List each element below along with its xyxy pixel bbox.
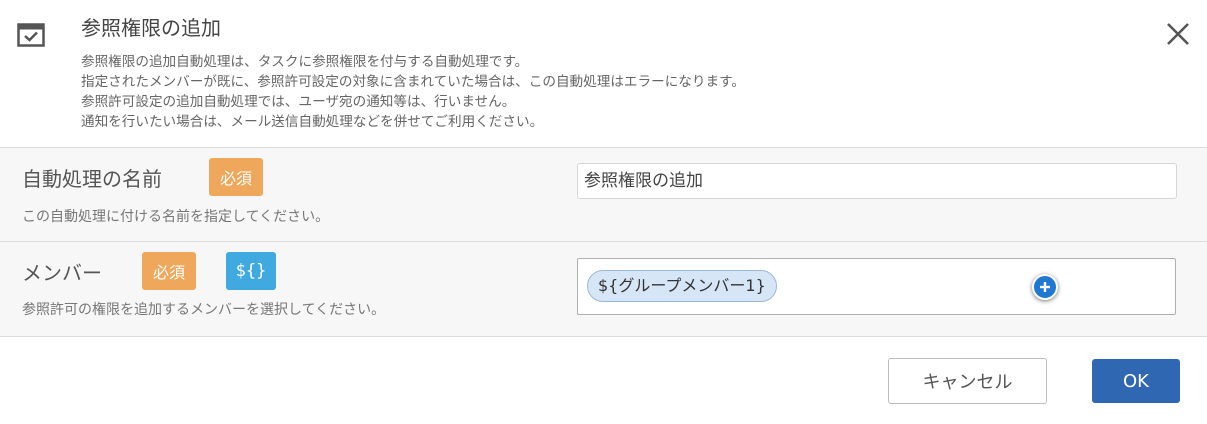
name-field-help: この自動処理に付ける名前を指定してください。 — [22, 209, 330, 225]
description-line: 参照権限の追加自動処理は、タスクに参照権限を付与する自動処理です。 — [81, 54, 529, 70]
name-field-row: 自動処理の名前 必須 この自動処理に付ける名前を指定してください。 参照権限の追… — [0, 147, 1207, 242]
dialog-header: 参照権限の追加 参照権限の追加自動処理は、タスクに参照権限を付与する自動処理です… — [0, 0, 1207, 147]
calendar-check-icon — [17, 23, 45, 47]
description-line: 通知を行いたい場合は、メール送信自動処理などを併せてご利用ください。 — [81, 114, 544, 130]
dialog-title: 参照権限の追加 — [81, 16, 221, 40]
member-field-row: メンバー 必須 ${} 参照許可の権限を追加するメンバーを選択してください。 $… — [0, 241, 1207, 337]
add-member-button[interactable] — [1032, 274, 1058, 300]
member-field-label: メンバー — [22, 261, 102, 285]
close-icon[interactable] — [1164, 20, 1192, 48]
plus-circle-icon — [1040, 282, 1050, 292]
required-badge: 必須 — [142, 252, 196, 290]
variable-badge[interactable]: ${} — [226, 252, 276, 290]
dialog-description: 参照権限の追加自動処理は、タスクに参照権限を付与する自動処理です。 指定されたメ… — [81, 52, 745, 132]
ok-button[interactable]: OK — [1092, 359, 1180, 403]
member-field-help: 参照許可の権限を追加するメンバーを選択してください。 — [22, 302, 386, 318]
cancel-button[interactable]: キャンセル — [888, 358, 1047, 404]
add-view-permission-dialog: 参照権限の追加 参照権限の追加自動処理は、タスクに参照権限を付与する自動処理です… — [0, 0, 1207, 424]
description-line: 参照許可設定の追加自動処理では、ユーザ宛の通知等は、行いません。 — [81, 94, 516, 110]
name-field-label: 自動処理の名前 — [22, 167, 162, 191]
member-chip[interactable]: ${グループメンバー1} — [587, 270, 777, 302]
description-line: 指定されたメンバーが既に、参照許可設定の対象に含まれていた場合は、この自動処理は… — [81, 74, 745, 90]
member-select-box[interactable]: ${グループメンバー1} — [577, 258, 1176, 315]
required-badge: 必須 — [209, 158, 263, 196]
automation-name-input[interactable]: 参照権限の追加 — [577, 163, 1177, 199]
